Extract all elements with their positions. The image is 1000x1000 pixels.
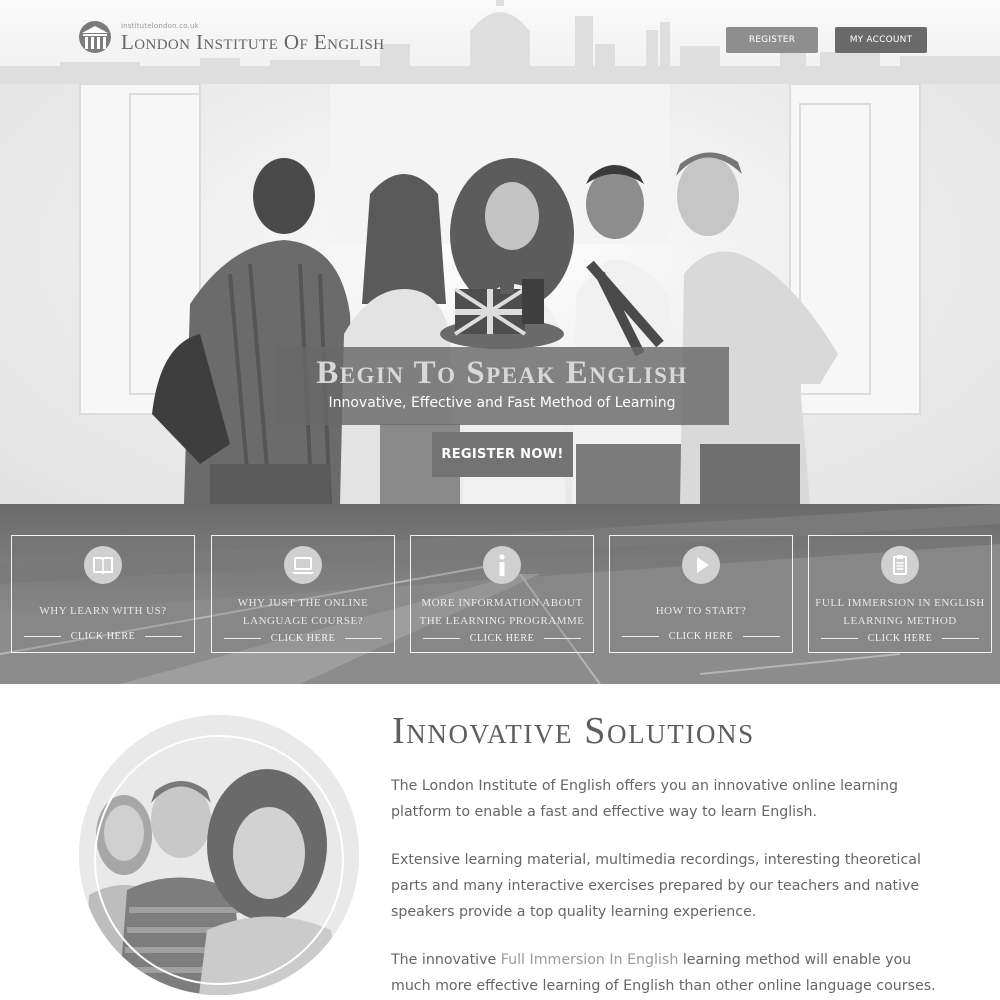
- feature-label: Full immersion in English learning metho…: [815, 597, 985, 627]
- clipboard-icon: [881, 546, 919, 584]
- material-paragraph: Extensive learning material, multimedia …: [391, 852, 921, 920]
- logo-name: London Institute Of English: [121, 29, 385, 54]
- hero-banner: Begin To Speak English Innovative, Effec…: [0, 84, 1000, 504]
- feature-card-why-learn[interactable]: Why learn with us? Click here: [11, 535, 195, 653]
- site-header: institutelondon.co.uk London Institute O…: [0, 0, 1000, 84]
- click-here-link[interactable]: Click here: [224, 631, 383, 645]
- site-logo[interactable]: institutelondon.co.uk London Institute O…: [78, 20, 385, 54]
- section-title: Innovative Solutions: [392, 710, 755, 752]
- register-button[interactable]: REGISTER: [726, 27, 818, 53]
- hero-subtitle: Innovative, Effective and Fast Method of…: [328, 395, 676, 411]
- portrait-ring: [94, 735, 344, 985]
- feature-label: Why just the online language course?: [237, 597, 369, 627]
- my-account-button[interactable]: MY ACCOUNT: [835, 27, 927, 53]
- book-icon: [84, 546, 122, 584]
- feature-label: Why learn with us?: [39, 605, 167, 617]
- hero-title: Begin To Speak English: [316, 355, 688, 391]
- feature-label: How to start?: [655, 605, 747, 617]
- register-now-button[interactable]: REGISTER NOW!: [432, 432, 573, 477]
- hero-caption-band: Begin To Speak English Innovative, Effec…: [275, 347, 729, 425]
- click-here-link[interactable]: Click here: [622, 629, 781, 643]
- feature-label: More information about the learning prog…: [419, 597, 585, 627]
- feature-card-online-course[interactable]: Why just the online language course? Cli…: [211, 535, 395, 653]
- method-paragraph: The innovative Full Immersion In English…: [391, 952, 936, 994]
- institute-columns-icon: [79, 21, 111, 53]
- feature-card-how-to-start[interactable]: How to start? Click here: [609, 535, 793, 653]
- click-here-link[interactable]: Click here: [423, 631, 582, 645]
- feature-card-full-immersion[interactable]: Full immersion in English learning metho…: [808, 535, 992, 653]
- laptop-icon: [284, 546, 322, 584]
- play-icon: [682, 546, 720, 584]
- click-here-link[interactable]: Click here: [821, 631, 980, 645]
- full-immersion-link[interactable]: Full Immersion In English: [501, 952, 679, 968]
- feature-strip: Why learn with us? Click here Why just t…: [0, 504, 1000, 684]
- info-icon: [483, 546, 521, 584]
- click-here-link[interactable]: Click here: [24, 629, 183, 643]
- intro-paragraph: The London Institute of English offers y…: [391, 778, 898, 820]
- feature-card-more-info[interactable]: More information about the learning prog…: [410, 535, 594, 653]
